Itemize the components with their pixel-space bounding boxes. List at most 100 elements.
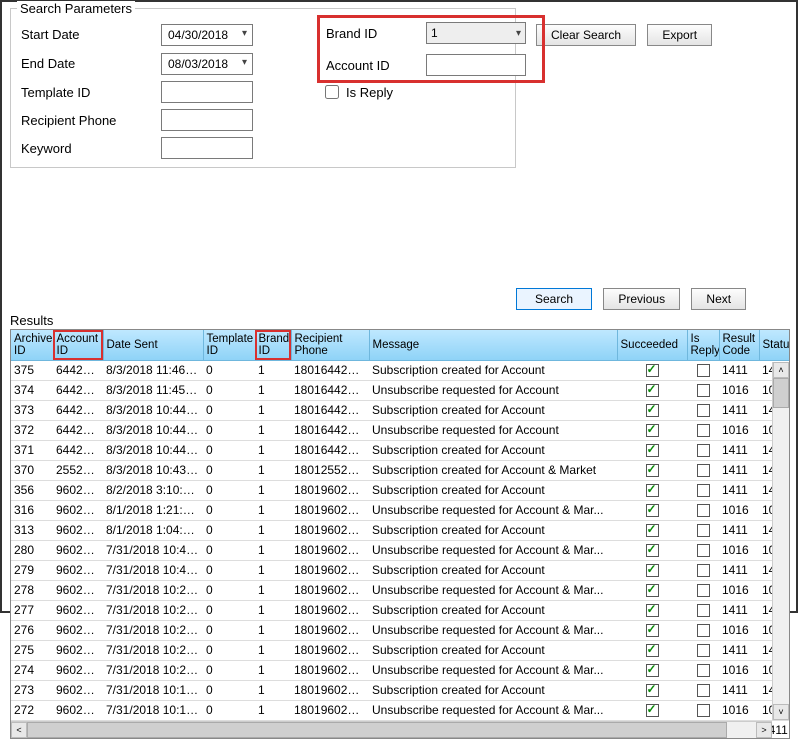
checkbox-icon[interactable] — [646, 484, 659, 497]
cell-message: Unsubscribe requested for Account — [369, 380, 617, 400]
checkbox-icon[interactable] — [697, 404, 710, 417]
vertical-scrollbar[interactable]: ˄ ˅ — [772, 362, 789, 720]
checkbox-icon[interactable] — [697, 444, 710, 457]
table-row[interactable]: 27896023767/31/2018 10:25:51011801960237… — [11, 580, 790, 600]
checkbox-icon[interactable] — [646, 384, 659, 397]
checkbox-icon[interactable] — [697, 544, 710, 557]
account-id-input[interactable] — [426, 54, 526, 76]
table-row[interactable]: 27296023767/31/2018 10:17:41011801960237… — [11, 700, 790, 720]
recipient-phone-input[interactable] — [161, 109, 253, 131]
checkbox-icon[interactable] — [646, 504, 659, 517]
table-row[interactable]: 37464425868/3/2018 11:45:53...0118016442… — [11, 380, 790, 400]
table-row[interactable]: 27596023767/31/2018 10:24:10011801960237… — [11, 640, 790, 660]
checkbox-icon[interactable] — [697, 604, 710, 617]
col-account-id[interactable]: Account ID — [53, 330, 103, 360]
table-row[interactable]: 35696023768/2/2018 3:10:39 ...0118019602… — [11, 480, 790, 500]
export-button[interactable]: Export — [647, 24, 712, 46]
table-row[interactable]: 27496023767/31/2018 10:21:12011801960237… — [11, 660, 790, 680]
col-message[interactable]: Message — [369, 330, 617, 360]
scroll-up-arrow-icon[interactable]: ˄ — [773, 362, 789, 378]
col-template-id[interactable]: Template ID — [203, 330, 255, 360]
table-row[interactable]: 37564425868/3/2018 11:46:04...0118016442… — [11, 360, 790, 380]
checkbox-icon[interactable] — [697, 484, 710, 497]
table-row[interactable]: 27396023767/31/2018 10:18:50011801960237… — [11, 680, 790, 700]
end-date-input[interactable] — [161, 53, 253, 75]
checkbox-icon[interactable] — [646, 404, 659, 417]
checkbox-icon[interactable] — [697, 684, 710, 697]
table-row[interactable]: 27696023767/31/2018 10:24:14011801960237… — [11, 620, 790, 640]
cell-brand-id: 1 — [255, 580, 291, 600]
chevron-down-icon[interactable]: ▾ — [242, 57, 247, 68]
is-reply-label: Is Reply — [346, 85, 393, 100]
checkbox-icon[interactable] — [646, 604, 659, 617]
table-row[interactable]: 27996023767/31/2018 10:42:43011801960237… — [11, 560, 790, 580]
checkbox-icon[interactable] — [697, 584, 710, 597]
col-is-reply[interactable]: Is Reply — [687, 330, 719, 360]
template-id-input[interactable] — [161, 81, 253, 103]
checkbox-icon[interactable] — [646, 584, 659, 597]
checkbox-icon[interactable] — [697, 364, 710, 377]
checkbox-icon[interactable] — [697, 424, 710, 437]
scroll-thumb[interactable] — [773, 378, 789, 408]
search-button[interactable]: Search — [516, 288, 592, 310]
table-row[interactable]: 28096023767/31/2018 10:42:47011801960237… — [11, 540, 790, 560]
col-recipient-phone[interactable]: Recipient Phone — [291, 330, 369, 360]
scroll-left-arrow-icon[interactable]: ˂ — [11, 722, 27, 738]
table-row[interactable]: 37025523298/3/2018 10:43:50...0118012552… — [11, 460, 790, 480]
horizontal-scrollbar[interactable]: ˂ ˃ — [11, 721, 772, 738]
cell-succeeded — [617, 400, 687, 420]
checkbox-icon[interactable] — [646, 664, 659, 677]
checkbox-icon[interactable] — [646, 424, 659, 437]
cell-message: Unsubscribe requested for Account & Mar.… — [369, 620, 617, 640]
chevron-down-icon[interactable]: ▾ — [242, 28, 247, 39]
checkbox-icon[interactable] — [646, 464, 659, 477]
checkbox-icon[interactable] — [697, 564, 710, 577]
start-date-input[interactable] — [161, 24, 253, 46]
table-row[interactable]: 37164425868/3/2018 10:44:27...0118016442… — [11, 440, 790, 460]
checkbox-icon[interactable] — [697, 644, 710, 657]
col-result-code[interactable]: Result Code — [719, 330, 759, 360]
checkbox-icon[interactable] — [697, 664, 710, 677]
checkbox-icon[interactable] — [697, 704, 710, 717]
cell-recipient-phone: 18016442586 — [291, 440, 369, 460]
cell-brand-id: 1 — [255, 620, 291, 640]
brand-id-select[interactable]: 1 ▾ — [426, 22, 526, 44]
col-brand-id[interactable]: Brand ID — [255, 330, 291, 360]
table-row[interactable]: 27796023767/31/2018 10:25:33011801960237… — [11, 600, 790, 620]
cell-message: Subscription created for Account — [369, 440, 617, 460]
col-succeeded[interactable]: Succeeded — [617, 330, 687, 360]
col-archive-id[interactable]: Archive ID — [11, 330, 53, 360]
checkbox-icon[interactable] — [697, 464, 710, 477]
col-status[interactable]: Status — [759, 330, 790, 360]
checkbox-icon[interactable] — [646, 524, 659, 537]
checkbox-icon[interactable] — [697, 504, 710, 517]
scroll-down-arrow-icon[interactable]: ˅ — [773, 704, 789, 720]
scroll-right-arrow-icon[interactable]: ˃ — [756, 722, 772, 738]
checkbox-icon[interactable] — [646, 444, 659, 457]
checkbox-icon[interactable] — [646, 644, 659, 657]
checkbox-icon[interactable] — [646, 624, 659, 637]
cell-date-sent: 7/31/2018 10:18:50 — [103, 680, 203, 700]
checkbox-icon[interactable] — [646, 704, 659, 717]
keyword-input[interactable] — [161, 137, 253, 159]
col-date-sent[interactable]: Date Sent — [103, 330, 203, 360]
next-button[interactable]: Next — [691, 288, 746, 310]
checkbox-icon[interactable] — [697, 624, 710, 637]
table-row[interactable]: 37264425868/3/2018 10:44:36...0118016442… — [11, 420, 790, 440]
previous-button[interactable]: Previous — [603, 288, 680, 310]
checkbox-icon[interactable] — [697, 384, 710, 397]
checkbox-icon[interactable] — [646, 364, 659, 377]
chevron-down-icon[interactable]: ▾ — [516, 28, 521, 39]
table-row[interactable]: 31696023768/1/2018 1:21:59 ...0118019602… — [11, 500, 790, 520]
cell-recipient-phone: 18019602376 — [291, 500, 369, 520]
cell-date-sent: 7/31/2018 10:42:43 — [103, 560, 203, 580]
checkbox-icon[interactable] — [646, 564, 659, 577]
table-row[interactable]: 31396023768/1/2018 1:04:27 ...0118019602… — [11, 520, 790, 540]
clear-search-button[interactable]: Clear Search — [536, 24, 636, 46]
table-row[interactable]: 37364425868/3/2018 10:44:58...0118016442… — [11, 400, 790, 420]
checkbox-icon[interactable] — [646, 684, 659, 697]
is-reply-checkbox[interactable] — [325, 85, 339, 99]
checkbox-icon[interactable] — [646, 544, 659, 557]
hscroll-thumb[interactable] — [27, 722, 727, 738]
checkbox-icon[interactable] — [697, 524, 710, 537]
